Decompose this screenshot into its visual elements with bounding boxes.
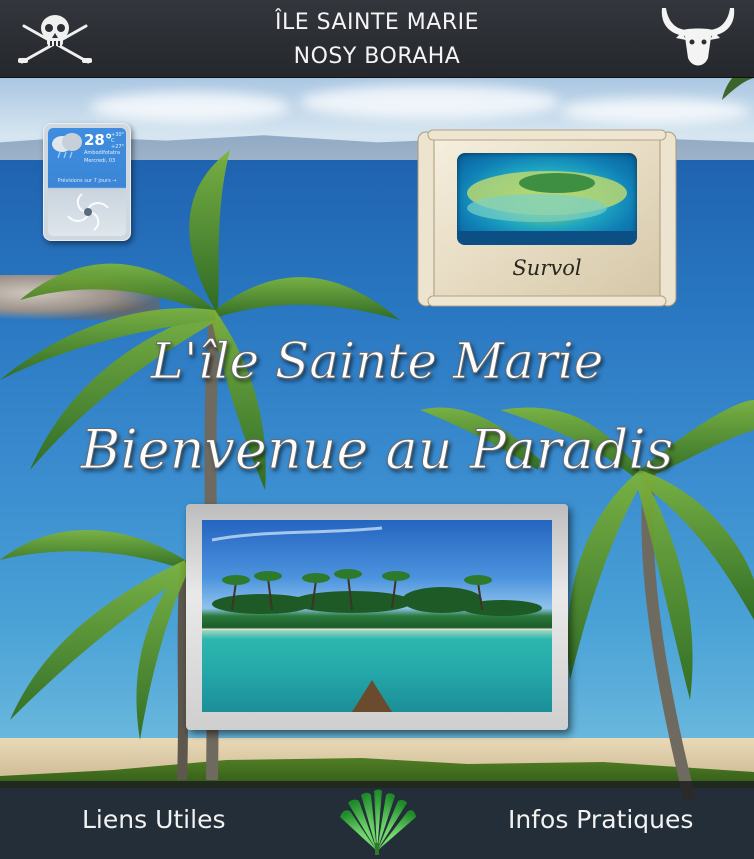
weather-panel: 28° +30° C +27° Ambodifotatra Mercredi, … xyxy=(48,128,126,236)
photo-frame[interactable] xyxy=(186,504,568,730)
weather-forecast-link[interactable]: Prévisions sur 7 jours → xyxy=(48,178,126,184)
title-line-2: NOSY BORAHA xyxy=(293,44,461,69)
cyclone-icon xyxy=(67,193,109,231)
cloud-rain-icon xyxy=(52,133,82,159)
zebu-horns-icon[interactable] xyxy=(656,2,740,74)
beach-photo xyxy=(202,520,552,712)
weather-temperature: 28° xyxy=(84,131,113,149)
title-line-1: ÎLE SAINTE MARIE xyxy=(274,10,480,35)
traveller-palm-icon[interactable] xyxy=(334,787,420,855)
weather-widget[interactable]: 28° +30° C +27° Ambodifotatra Mercredi, … xyxy=(43,123,131,241)
footer-bar: Liens Utiles Infos Pratiques xyxy=(0,781,754,859)
weather-date: Mercredi, 03 xyxy=(84,158,116,164)
header-bar: ÎLE SAINTE MARIE NOSY BORAHA xyxy=(0,0,754,78)
survol-aerial-photo[interactable] xyxy=(457,153,637,245)
hero-title-line-2: Bienvenue au Paradis xyxy=(80,418,674,482)
weather-minmax: +30° C +27° xyxy=(111,132,124,150)
survol-label[interactable]: Survol xyxy=(457,256,637,280)
aerial-island-image xyxy=(457,171,637,245)
useful-links-link[interactable]: Liens Utiles xyxy=(82,805,225,834)
page-title: ÎLE SAINTE MARIE NOSY BORAHA xyxy=(0,6,754,74)
hero-title-line-1: L'île Sainte Marie xyxy=(150,332,604,391)
weather-city: Ambodifotatra xyxy=(84,150,121,156)
practical-info-link[interactable]: Infos Pratiques xyxy=(508,805,693,834)
island-beach-image xyxy=(202,526,552,712)
